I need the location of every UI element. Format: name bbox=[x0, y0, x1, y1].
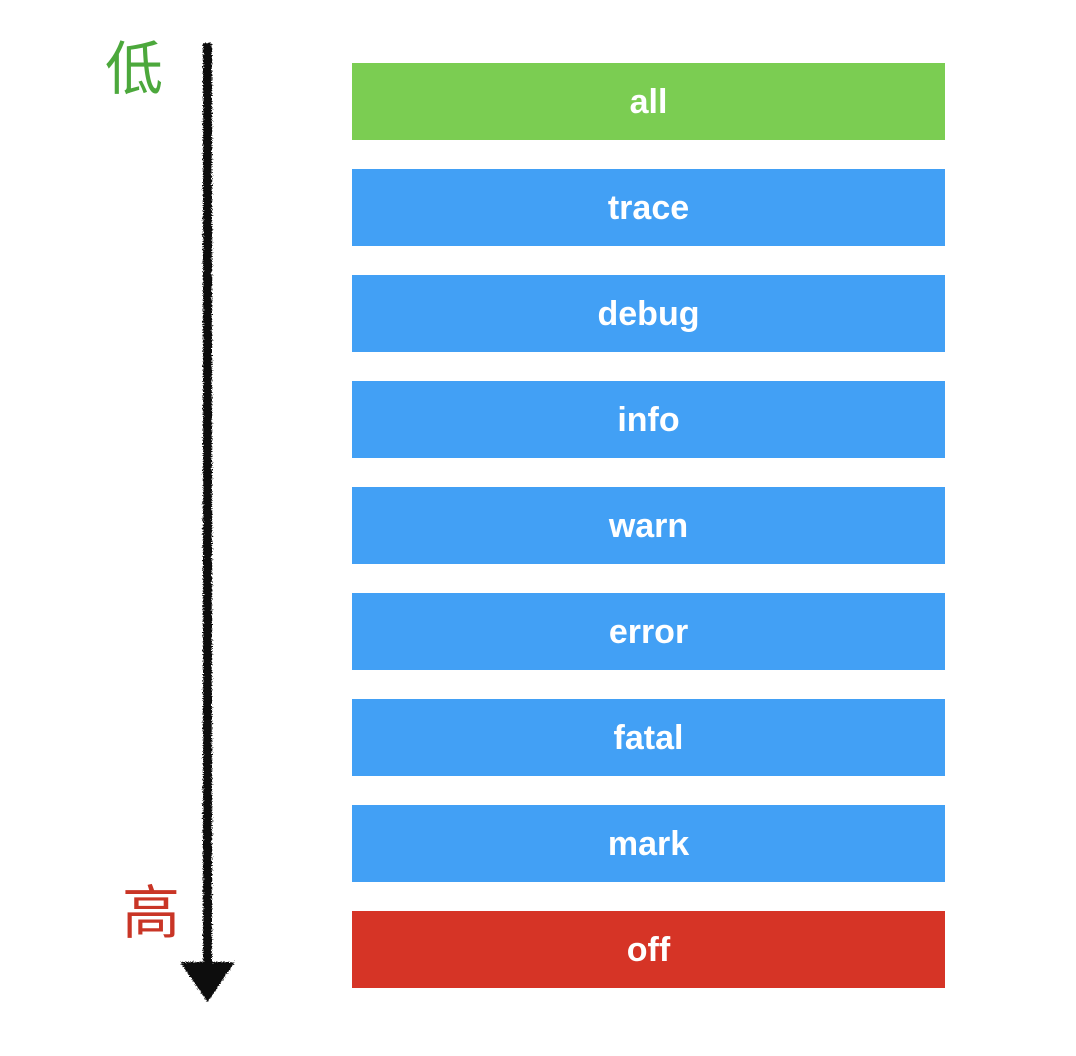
log-level-label: all bbox=[629, 82, 668, 121]
log-level-bar-debug[interactable]: debug bbox=[352, 275, 945, 352]
log-level-label: debug bbox=[597, 294, 700, 333]
log-level-label: error bbox=[608, 612, 689, 651]
log-level-bar-info[interactable]: info bbox=[352, 381, 945, 458]
log-level-bar-fatal[interactable]: fatal bbox=[352, 699, 945, 776]
log-level-bar-warn[interactable]: warn bbox=[352, 487, 945, 564]
log-level-bar-mark[interactable]: mark bbox=[352, 805, 945, 882]
log-level-label: fatal bbox=[613, 718, 684, 757]
log-level-label: warn bbox=[608, 506, 689, 545]
log-level-bar-off[interactable]: off bbox=[352, 911, 945, 988]
log-level-bar-trace[interactable]: trace bbox=[352, 169, 945, 246]
diagram-canvas: 低 高 all trace debug info warn error fata… bbox=[0, 0, 1076, 1056]
log-level-bar-all[interactable]: all bbox=[352, 63, 945, 140]
log-level-bar-error[interactable]: error bbox=[352, 593, 945, 670]
log-level-label: trace bbox=[607, 188, 690, 227]
log-level-label: off bbox=[626, 930, 671, 969]
log-level-label: mark bbox=[607, 824, 690, 863]
severity-axis: 低 高 bbox=[0, 0, 300, 1056]
axis-label-high: 高 bbox=[122, 879, 181, 947]
log-level-list: all trace debug info warn error fatal ma… bbox=[352, 63, 945, 988]
log-level-label: info bbox=[617, 400, 680, 439]
axis-label-low: 低 bbox=[105, 35, 164, 103]
